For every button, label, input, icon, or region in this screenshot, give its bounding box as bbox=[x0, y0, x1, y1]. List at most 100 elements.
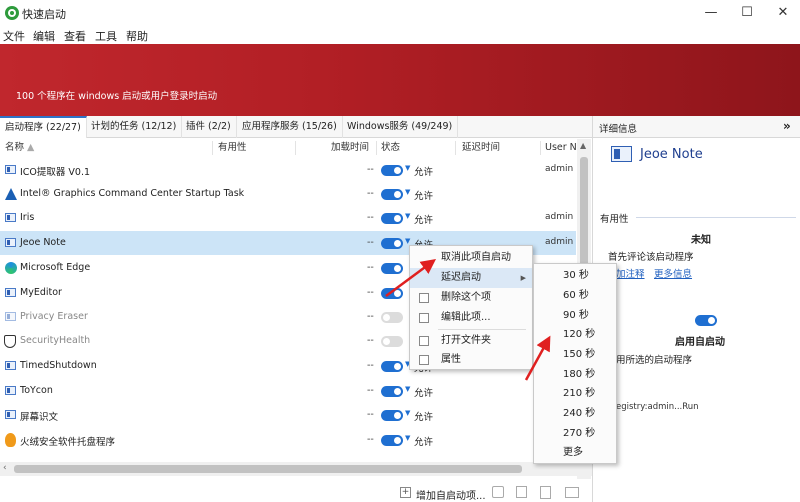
startup-toggle[interactable] bbox=[381, 336, 403, 347]
edit-icon[interactable] bbox=[492, 486, 504, 498]
enable-startup-toggle[interactable] bbox=[695, 315, 717, 326]
close-button[interactable]: ✕ bbox=[769, 3, 797, 23]
load-time-value: -- bbox=[367, 262, 374, 273]
startup-toggle[interactable] bbox=[381, 189, 403, 200]
delay-option-more[interactable]: 更多 bbox=[534, 443, 616, 463]
user-value: admin bbox=[545, 237, 574, 247]
column-header-usefulness[interactable]: 有用性 bbox=[218, 139, 247, 157]
add-startup-button[interactable]: 增加自启动项... bbox=[416, 487, 486, 502]
startup-toggle[interactable] bbox=[381, 165, 403, 176]
table-row[interactable]: 屏幕识文 -- ▼ 允许 bbox=[0, 403, 576, 427]
banner-text: 100 个程序在 windows 启动或用户登录时启动 bbox=[16, 91, 218, 102]
startup-toggle[interactable] bbox=[381, 213, 403, 224]
column-header-status[interactable]: 状态 bbox=[381, 139, 400, 157]
delay-option-60[interactable]: 60 秒 bbox=[534, 286, 616, 306]
program-name: TimedShutdown bbox=[20, 360, 97, 371]
startup-toggle[interactable] bbox=[381, 263, 403, 274]
dropdown-caret-icon[interactable]: ▼ bbox=[405, 164, 410, 172]
startup-toggle[interactable] bbox=[381, 410, 403, 421]
enable-startup-desc: 用所选的启动程序 bbox=[616, 355, 693, 366]
load-time-value: -- bbox=[367, 311, 374, 322]
program-icon bbox=[5, 386, 16, 395]
details-title: 详细信息 bbox=[599, 124, 638, 135]
delay-option-30[interactable]: 30 秒 bbox=[534, 266, 616, 286]
menu-file[interactable]: 文件 bbox=[3, 28, 25, 44]
dropdown-caret-icon[interactable]: ▼ bbox=[405, 212, 410, 220]
huorong-flame-icon bbox=[5, 433, 16, 447]
delay-option-180[interactable]: 180 秒 bbox=[534, 365, 616, 385]
more-info-link[interactable]: 更多信息 bbox=[654, 266, 692, 280]
dropdown-caret-icon[interactable]: ▼ bbox=[405, 237, 410, 245]
column-header-name[interactable]: 名称 ▲ bbox=[5, 139, 34, 157]
dropdown-caret-icon[interactable]: ▼ bbox=[405, 188, 410, 196]
dropdown-caret-icon[interactable]: ▼ bbox=[405, 385, 410, 393]
first-comment-text: 首先评论该启动程序 bbox=[608, 252, 694, 263]
startup-toggle[interactable] bbox=[381, 312, 403, 323]
scroll-up-icon[interactable]: ▲ bbox=[580, 141, 586, 150]
dropdown-caret-icon[interactable]: ▼ bbox=[405, 409, 410, 417]
folder-icon[interactable] bbox=[565, 487, 579, 498]
column-separator bbox=[376, 141, 377, 155]
add-icon[interactable]: + bbox=[400, 487, 411, 498]
startup-toggle[interactable] bbox=[381, 386, 403, 397]
menu-item-properties[interactable]: 属性 bbox=[410, 350, 532, 370]
add-comment-link[interactable]: 加注释 bbox=[616, 266, 645, 280]
table-row[interactable]: 火绒安全软件托盘程序 -- ▼ 允许 bbox=[0, 428, 576, 452]
delay-option-210[interactable]: 210 秒 bbox=[534, 384, 616, 404]
delay-option-150[interactable]: 150 秒 bbox=[534, 345, 616, 365]
expand-panel-icon[interactable]: » bbox=[783, 119, 791, 133]
scroll-thumb[interactable] bbox=[14, 465, 522, 473]
delay-option-90[interactable]: 90 秒 bbox=[534, 306, 616, 326]
maximize-button[interactable]: ☐ bbox=[733, 3, 761, 23]
program-name: Intel® Graphics Command Center Startup T… bbox=[20, 188, 245, 199]
menu-item-disable-autostart[interactable]: 取消此项自启动 bbox=[410, 248, 532, 268]
startup-toggle[interactable] bbox=[381, 288, 403, 299]
details-app-name: Jeoe Note bbox=[640, 147, 703, 162]
menu-view[interactable]: 查看 bbox=[64, 28, 86, 44]
page-icon[interactable] bbox=[540, 486, 551, 499]
scroll-left-icon[interactable]: ‹ bbox=[3, 463, 7, 473]
menu-help[interactable]: 帮助 bbox=[126, 28, 148, 44]
load-time-value: -- bbox=[367, 335, 374, 346]
column-header-load-time[interactable]: 加载时间 bbox=[331, 139, 369, 157]
menu-item-delete[interactable]: 删除这个项 bbox=[410, 288, 532, 308]
edit-icon bbox=[419, 313, 429, 323]
table-row[interactable]: ICO提取器 V0.1 -- ▼ 允许 admin bbox=[0, 158, 576, 182]
properties-icon bbox=[419, 355, 429, 365]
trash-icon[interactable] bbox=[516, 486, 527, 498]
program-name: SecurityHealth bbox=[20, 335, 91, 346]
menu-tools[interactable]: 工具 bbox=[95, 28, 117, 44]
app-logo-icon bbox=[5, 6, 19, 20]
tab-scheduled-tasks[interactable]: 计划的任务 (12/12) bbox=[86, 116, 183, 138]
menu-item-edit[interactable]: 编辑此项... bbox=[410, 308, 532, 328]
menu-item-open-folder[interactable]: 打开文件夹 bbox=[410, 331, 532, 351]
horizontal-scrollbar[interactable]: ‹ bbox=[0, 462, 592, 476]
load-time-value: -- bbox=[367, 360, 374, 371]
menu-item-delay-start[interactable]: 延迟启动 ▶ bbox=[410, 268, 532, 288]
startup-toggle[interactable] bbox=[381, 238, 403, 249]
submenu-arrow-icon: ▶ bbox=[520, 274, 526, 282]
delay-option-120[interactable]: 120 秒 bbox=[534, 325, 616, 345]
delay-option-270[interactable]: 270 秒 bbox=[534, 424, 616, 444]
table-row[interactable]: Iris -- ▼ 允许 admin bbox=[0, 206, 576, 230]
column-header-delay[interactable]: 延迟时间 bbox=[462, 139, 500, 157]
startup-toggle[interactable] bbox=[381, 361, 403, 372]
menu-bar: 文件 编辑 查看 工具 帮助 bbox=[0, 26, 800, 44]
details-header: 详细信息 » bbox=[593, 116, 800, 138]
tab-app-services[interactable]: 应用程序服务 (15/26) bbox=[237, 116, 343, 138]
status-value: 允许 bbox=[414, 412, 434, 423]
load-time-value: -- bbox=[367, 385, 374, 396]
menu-edit[interactable]: 编辑 bbox=[33, 28, 55, 44]
table-row[interactable]: ToYcon -- ▼ 允许 bbox=[0, 379, 576, 403]
tab-plugins[interactable]: 插件 (2/2) bbox=[181, 116, 237, 138]
tab-startup-programs[interactable]: 启动程序 (22/27) bbox=[0, 116, 87, 138]
delay-option-240[interactable]: 240 秒 bbox=[534, 404, 616, 424]
tab-windows-services[interactable]: Windows服务 (49/249) bbox=[342, 116, 459, 138]
dropdown-caret-icon[interactable]: ▼ bbox=[405, 434, 410, 442]
table-row[interactable]: Intel® Graphics Command Center Startup T… bbox=[0, 182, 576, 206]
scroll-thumb[interactable] bbox=[580, 157, 588, 277]
minimize-button[interactable]: — bbox=[697, 3, 725, 23]
program-name: Privacy Eraser bbox=[20, 311, 88, 322]
startup-toggle[interactable] bbox=[381, 435, 403, 446]
user-value: admin bbox=[545, 212, 574, 222]
